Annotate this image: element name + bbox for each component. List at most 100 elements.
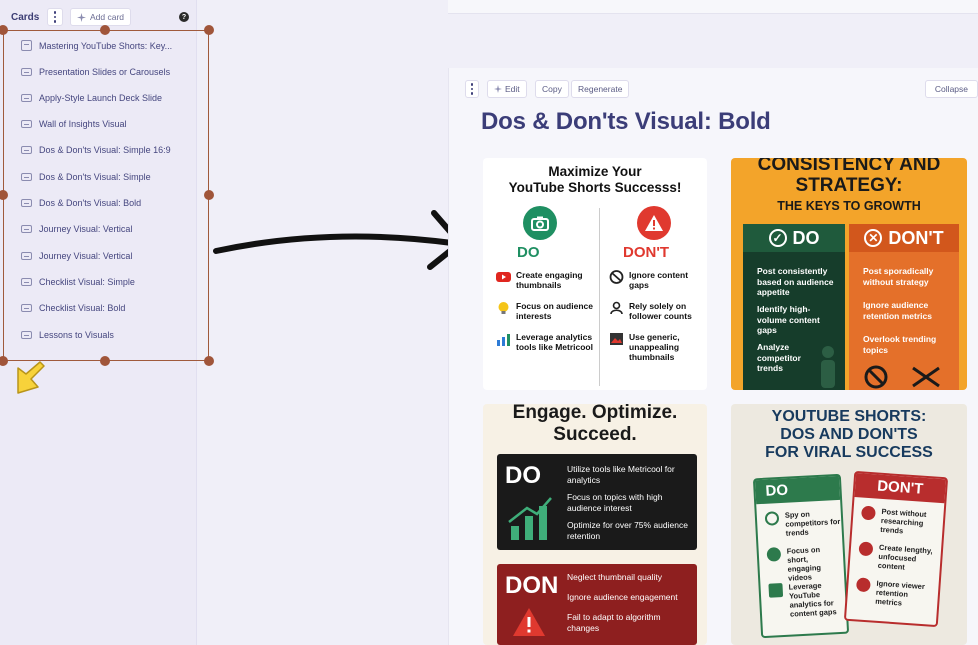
card-slide-icon <box>21 225 32 233</box>
do-panel: ✓ DO Post consistently based on audience … <box>743 224 845 390</box>
regenerate-button[interactable]: Regenerate <box>571 80 630 98</box>
lightbulb-icon <box>498 302 509 314</box>
play-icon <box>766 547 782 562</box>
sidebar-more-button[interactable] <box>47 8 63 26</box>
prohibited-icon <box>864 365 888 389</box>
clock-icon <box>858 541 874 557</box>
card-list-item[interactable]: Journey Visual: Vertical <box>0 246 197 266</box>
close-icon <box>860 505 876 521</box>
regenerate-label: Regenerate <box>578 84 623 94</box>
card-list-item[interactable]: Dos & Don'ts Visual: Simple 16:9 <box>0 140 197 160</box>
warning-icon <box>513 608 545 636</box>
do-label: DO <box>517 244 540 261</box>
generated-image-4[interactable]: YOUTUBE SHORTS: DOS AND DON'TS FOR VIRAL… <box>731 404 967 645</box>
copy-button[interactable]: Copy <box>535 80 569 98</box>
image-subtitle: THE KEYS TO GROWTH <box>777 199 921 213</box>
card-title: Dos & Don'ts Visual: Bold <box>481 108 771 135</box>
sidebar-header: Cards Add card ? <box>0 8 197 28</box>
image-icon <box>610 333 623 345</box>
card-list-item[interactable]: Checklist Visual: Bold <box>0 298 197 318</box>
generated-image-3[interactable]: Engage. Optimize. Succeed. DO Utilize to… <box>483 404 707 645</box>
card-list-item[interactable]: Journey Visual: Vertical <box>0 219 197 239</box>
card-list-item-label: Apply-Style Launch Deck Slide <box>39 93 163 103</box>
dont-card: DON'T Post without researching trends Cr… <box>843 470 949 628</box>
card-list-item-label: Dos & Don'ts Visual: Simple <box>39 172 151 182</box>
do-item: Create engaging thumbnails <box>496 270 594 290</box>
dont-item: Ignore content gaps <box>609 270 703 290</box>
chart-up-icon <box>497 334 510 346</box>
card-list-item-label: Checklist Visual: Bold <box>39 303 126 313</box>
card-list-item[interactable]: Presentation Slides or Carousels <box>0 62 197 82</box>
collapse-button[interactable]: Collapse <box>924 80 978 98</box>
sidebar-title: Cards <box>11 12 40 23</box>
resize-handle[interactable] <box>204 25 214 35</box>
do-panel: DO Utilize tools like Metricool for anal… <box>497 454 697 550</box>
card-list-item[interactable]: Apply-Style Launch Deck Slide <box>0 88 197 108</box>
dont-label: DON'T <box>623 244 670 261</box>
card-list-item[interactable]: Checklist Visual: Simple <box>0 272 197 292</box>
card-slide-icon <box>21 68 32 76</box>
card-list-item-label: Journey Visual: Vertical <box>39 251 133 261</box>
close-icon: ✕ <box>864 229 883 247</box>
dont-item: Use generic, unappealing thumbnails <box>610 332 703 362</box>
generated-image-1[interactable]: Maximize Your YouTube Shorts Successs! D… <box>483 158 707 390</box>
card-slide-icon <box>21 146 32 154</box>
generated-image-2[interactable]: CONSISTENCY AND STRATEGY: THE KEYS TO GR… <box>731 158 967 390</box>
card-slide-icon <box>21 173 32 181</box>
arrow-right-icon <box>213 210 463 270</box>
card-list-item-label: Mastering YouTube Shorts: Key... <box>39 41 173 51</box>
add-card-button[interactable]: Add card <box>70 8 132 26</box>
card-page-icon <box>21 40 32 51</box>
card-slide-icon <box>21 331 32 339</box>
card-slide-icon <box>21 278 32 286</box>
edit-button[interactable]: Edit <box>487 80 527 98</box>
top-bar <box>448 0 978 14</box>
copy-label: Copy <box>542 84 562 94</box>
do-item: Leverage analytics tools like Metricool <box>497 332 596 352</box>
help-icon[interactable]: ? <box>179 12 189 22</box>
pointer-arrow-icon <box>17 361 45 394</box>
card-list-item[interactable]: Lessons to Visuals <box>0 325 197 345</box>
warning-icon <box>637 206 671 240</box>
card-slide-icon <box>21 94 32 102</box>
card-slide-icon <box>21 199 32 207</box>
image-title: Engage. Optimize. Succeed. <box>512 404 678 445</box>
card-panel: Edit Copy Regenerate Collapse Dos & Don'… <box>448 68 978 645</box>
do-item: Focus on audience interests <box>498 301 596 321</box>
youtube-icon <box>496 272 511 282</box>
card-slide-icon <box>21 120 32 128</box>
card-list-item[interactable]: Wall of Insights Visual <box>0 114 197 134</box>
resize-handle[interactable] <box>204 356 214 366</box>
add-card-label: Add card <box>90 12 125 22</box>
card-list-item-label: Wall of Insights Visual <box>39 119 127 129</box>
card-list-item[interactable]: Dos & Don'ts Visual: Simple <box>0 167 197 187</box>
resize-handle[interactable] <box>100 25 110 35</box>
card-list-item-label: Dos & Don'ts Visual: Simple 16:9 <box>39 145 171 155</box>
search-icon <box>764 511 780 526</box>
bar-chart-icon <box>508 497 552 540</box>
card-more-button[interactable] <box>465 80 479 98</box>
close-icon <box>855 577 871 593</box>
chart-icon <box>768 583 784 598</box>
sparkle-icon <box>494 85 502 93</box>
resize-handle[interactable] <box>100 356 110 366</box>
person-silhouette-icon <box>821 346 835 388</box>
prohibited-icon <box>609 270 624 284</box>
trend-down-icon <box>912 366 940 388</box>
card-slide-icon <box>21 252 32 260</box>
image-title: YOUTUBE SHORTS: DOS AND DON'TS FOR VIRAL… <box>765 408 933 461</box>
camera-icon <box>523 206 557 240</box>
card-list-item-label: Checklist Visual: Simple <box>39 277 135 287</box>
sidebar: Cards Add card ? Mastering YouTube Short… <box>0 0 197 645</box>
card-list-item[interactable]: Mastering YouTube Shorts: Key... <box>0 36 197 56</box>
sparkle-icon <box>77 12 86 22</box>
card-list-item-label: Lessons to Visuals <box>39 330 114 340</box>
dont-item: Rely solely on follower counts <box>610 301 703 321</box>
card-slide-icon <box>21 304 32 312</box>
resize-handle[interactable] <box>204 190 214 200</box>
card-list-item-active[interactable]: Dos & Don'ts Visual: Bold <box>0 193 197 213</box>
check-icon: ✓ <box>768 229 787 247</box>
edit-label: Edit <box>505 84 520 94</box>
image-title: CONSISTENCY AND STRATEGY: <box>757 158 941 196</box>
user-icon <box>610 301 623 315</box>
